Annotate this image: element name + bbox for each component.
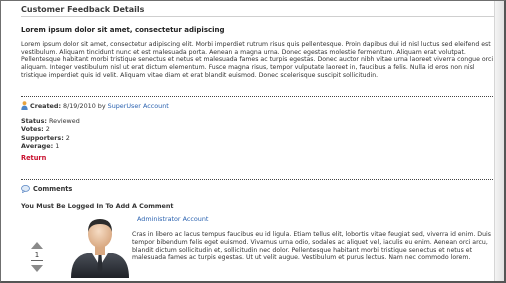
status-row: Status: Reviewed bbox=[21, 117, 80, 125]
dotted-divider bbox=[21, 179, 497, 180]
created-date: 8/19/2010 bbox=[63, 101, 96, 110]
supporters-row: Supporters: 2 bbox=[21, 134, 80, 142]
supporters-value: 2 bbox=[65, 133, 70, 142]
vertical-scrollbar[interactable] bbox=[494, 1, 504, 281]
title-divider bbox=[21, 16, 497, 17]
user-avatar-icon bbox=[71, 219, 129, 278]
status-value: Reviewed bbox=[48, 117, 80, 125]
votes-row: Votes: 2 bbox=[21, 125, 80, 133]
login-required-note: You Must Be Logged In To Add A Comment bbox=[21, 202, 174, 210]
created-line: Created: 8/19/2010 by SuperUser Account bbox=[21, 101, 169, 110]
speech-bubble-icon bbox=[21, 185, 30, 193]
comment-text: Cras in libero ac lacus tempus faucibus … bbox=[132, 231, 491, 262]
page-frame: Customer Feedback Details Lorem ipsum do… bbox=[0, 0, 506, 283]
votes-value: 2 bbox=[45, 125, 50, 134]
feedback-stats: Status: Reviewed Votes: 2 Supporters: 2 … bbox=[21, 117, 80, 150]
author-link[interactable]: SuperUser Account bbox=[108, 102, 169, 110]
comment-author-link[interactable]: Administrator Account bbox=[137, 215, 208, 223]
arrow-down-icon[interactable] bbox=[31, 265, 43, 272]
person-icon bbox=[21, 101, 28, 110]
comments-heading-text: Comments bbox=[33, 185, 73, 193]
average-value: 1 bbox=[55, 141, 60, 150]
page-title: Customer Feedback Details bbox=[21, 5, 145, 14]
votes-label: Votes: bbox=[21, 125, 44, 134]
status-label: Status: bbox=[21, 117, 47, 125]
arrow-up-icon[interactable] bbox=[31, 242, 43, 249]
by-label: by bbox=[97, 101, 106, 110]
feedback-body: Lorem ipsum dolor sit amet, consectetur … bbox=[21, 41, 494, 79]
return-link[interactable]: Return bbox=[21, 154, 46, 162]
average-label: Average: bbox=[21, 141, 54, 150]
comments-heading: Comments bbox=[21, 185, 72, 193]
created-label: Created: bbox=[30, 101, 62, 110]
feedback-subject: Lorem ipsum dolor sit amet, consectetur … bbox=[21, 26, 225, 34]
comment-vote-count: 1 bbox=[31, 251, 43, 261]
supporters-label: Supporters: bbox=[21, 133, 64, 142]
dotted-divider bbox=[21, 96, 497, 97]
average-row: Average: 1 bbox=[21, 142, 80, 150]
